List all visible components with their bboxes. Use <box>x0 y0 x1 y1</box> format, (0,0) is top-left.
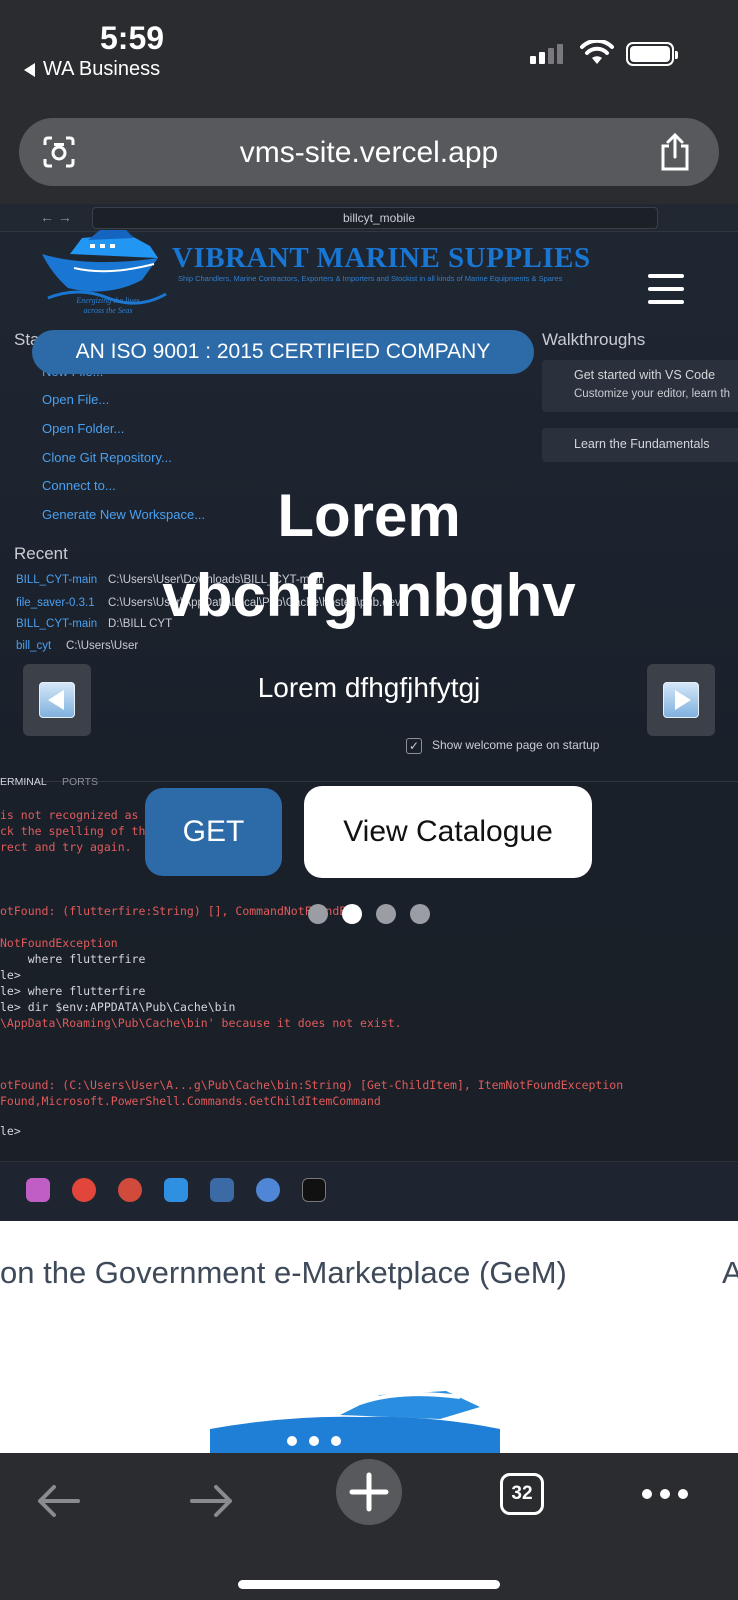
bg-terminal-line: le> where flutterfire <box>0 984 146 998</box>
carousel-dot-active[interactable] <box>342 904 362 924</box>
bg-walk-title: Get started with VS Code <box>574 368 716 382</box>
bg-recent-path: C:\Users\User <box>66 640 139 652</box>
bg-recent-name: bill_cyt <box>16 640 52 652</box>
bg-terminal-line: is not recognized as t <box>0 808 153 822</box>
hero-subtitle: Lorem dfhgfjhfytgj <box>257 672 481 703</box>
home-indicator[interactable] <box>238 1580 500 1589</box>
hero-carousel: ← → billcyt_mobile Sta New File... Open … <box>0 204 738 1221</box>
share-icon[interactable] <box>657 132 693 172</box>
status-bar: 5:59 WA Business <box>0 0 738 100</box>
bg-sidebar-item: Open Folder... <box>42 421 125 436</box>
bg-walk2-title: Learn the Fundamentals <box>574 437 710 451</box>
carousel-dots <box>308 904 430 924</box>
bg-terminal-line: le> <box>0 968 21 982</box>
more-dot-icon <box>642 1489 652 1499</box>
hero-title: Lorem vbchfghnbghv <box>40 476 698 636</box>
carousel-dot[interactable] <box>410 904 430 924</box>
bg-walkthrough-card: Get started with VS Code Customize your … <box>542 360 738 412</box>
back-to-app-link[interactable]: WA Business <box>24 58 160 81</box>
carousel-next-button[interactable] <box>647 664 715 736</box>
bg-taskbar <box>0 1161 738 1221</box>
get-button[interactable]: GET <box>145 788 282 876</box>
url-text: vms-site.vercel.app <box>239 136 499 169</box>
bg-chrome-icon <box>118 1178 142 1202</box>
bg-startup-checkbox: ✓ <box>406 738 422 754</box>
bg-panel-tab: ERMINAL <box>0 776 47 788</box>
bg-terminal-line: ck the spelling of the <box>0 824 153 838</box>
bg-app-icon <box>256 1178 280 1202</box>
brand-name[interactable]: VIBRANT MARINE SUPPLIES <box>172 242 591 275</box>
bg-sidebar-item: Clone Git Repository... <box>42 450 172 465</box>
cellular-signal-icon <box>530 44 563 64</box>
bg-walkthrough-card: Learn the Fundamentals <box>542 428 738 462</box>
carousel-dot[interactable] <box>376 904 396 924</box>
back-triangle-icon <box>24 62 35 77</box>
battery-icon <box>626 42 678 66</box>
bg-terminal-icon <box>302 1178 326 1202</box>
ticker-next-text: A <box>722 1255 738 1290</box>
browser-url-area: vms-site.vercel.app <box>0 100 738 204</box>
bg-terminal-line: Found,Microsoft.PowerShell.Commands.GetC… <box>0 1094 381 1108</box>
bg-address-text: billcyt_mobile <box>343 211 416 225</box>
bg-app-icon <box>210 1178 234 1202</box>
ticker-text: on the Government e-Marketplace (GeM) <box>0 1255 567 1290</box>
tab-count-button[interactable]: 32 <box>500 1473 544 1515</box>
bg-nav-arrows: ← → <box>40 209 72 225</box>
brand-motto: Energizing the lives across the Seas <box>76 296 140 315</box>
announcement-ticker: on the Government e-Marketplace (GeM) A <box>0 1221 738 1453</box>
bg-terminal-line: le> <box>0 1124 21 1138</box>
plus-icon <box>349 1472 389 1512</box>
menu-bar-icon <box>648 287 684 291</box>
bg-panel-tab: PORTS <box>62 776 98 788</box>
menu-bar-icon <box>648 300 684 304</box>
carousel-dot[interactable] <box>308 904 328 924</box>
bg-walkthroughs-heading: Walkthroughs <box>542 330 646 349</box>
ship-logo-icon <box>210 1391 500 1453</box>
new-tab-button[interactable] <box>336 1459 402 1525</box>
bg-startup-label: Show welcome page on startup <box>432 738 600 752</box>
wifi-icon <box>580 40 614 64</box>
bg-walk-desc: Customize your editor, learn th <box>574 388 730 400</box>
hero-title-line: vbchfghnbghv <box>162 562 576 629</box>
bg-chrome-icon <box>72 1178 96 1202</box>
menu-bar-icon <box>648 274 684 278</box>
status-time: 5:59 <box>100 20 165 56</box>
bg-copilot-icon <box>26 1178 50 1202</box>
more-options-button[interactable] <box>642 1489 688 1499</box>
bg-panel-divider <box>0 781 738 782</box>
more-dot-icon <box>678 1489 688 1499</box>
url-bar[interactable]: vms-site.vercel.app <box>19 118 719 186</box>
bg-terminal-line: otFound: (C:\Users\User\A...g\Pub\Cache\… <box>0 1078 624 1092</box>
bg-terminal-line: otFound: (flutterfire:String) [], Comman… <box>0 904 361 918</box>
iso-certified-badge: AN ISO 9001 : 2015 CERTIFIED COMPANY <box>32 330 534 374</box>
bg-terminal-line: NotFoundException <box>0 936 118 950</box>
brand-tagline: Ship Chandlers, Marine Contractors, Expo… <box>178 274 563 283</box>
bg-vscode-icon <box>164 1178 188 1202</box>
view-catalogue-button[interactable]: View Catalogue <box>304 786 592 878</box>
back-arrow-icon[interactable] <box>34 1479 82 1523</box>
browser-toolbar: 32 <box>0 1453 738 1600</box>
hero-title-line: Lorem <box>277 482 461 549</box>
bg-terminal-line: where flutterfire <box>0 952 146 966</box>
bg-terminal-line: \AppData\Roaming\Pub\Cache\bin' because … <box>0 1016 402 1030</box>
bg-terminal-line: le> dir $env:APPDATA\Pub\Cache\bin <box>0 1000 236 1014</box>
bg-terminal-line: rect and try again. <box>0 840 132 854</box>
hamburger-menu-button[interactable] <box>648 274 684 304</box>
carousel-prev-button[interactable] <box>23 664 91 736</box>
prev-arrow-icon <box>39 682 75 718</box>
bg-sidebar-item: Open File... <box>42 392 110 407</box>
more-dot-icon <box>660 1489 670 1499</box>
forward-arrow-icon[interactable] <box>188 1479 236 1523</box>
next-arrow-icon <box>663 682 699 718</box>
back-app-label: WA Business <box>43 58 161 80</box>
bg-address-box: billcyt_mobile <box>92 207 658 229</box>
